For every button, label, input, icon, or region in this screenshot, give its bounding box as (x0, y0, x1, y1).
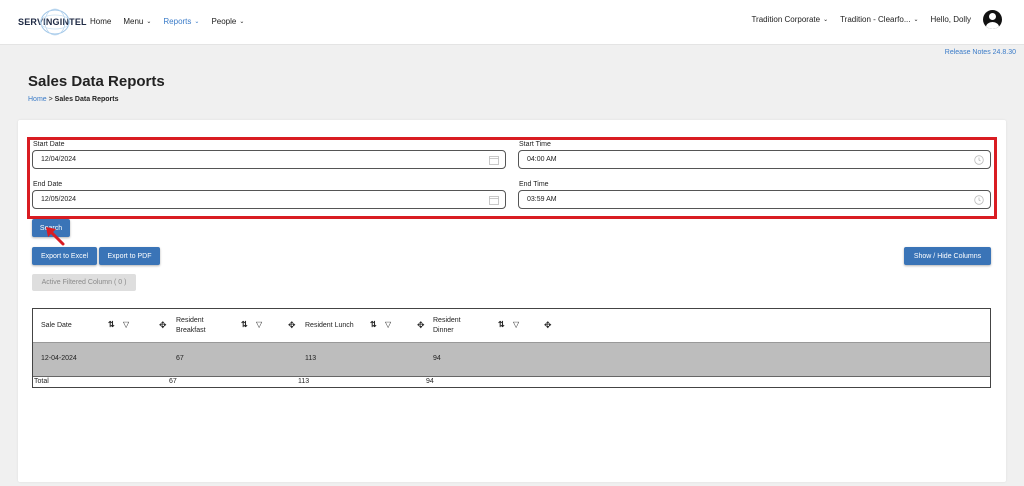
nav-home[interactable]: Home (90, 17, 111, 26)
user-nav: Tradition Corporate ⌄ Tradition - Clearfo… (751, 10, 1002, 29)
breadcrumb-current: Sales Data Reports (54, 96, 119, 103)
column-header-resident-lunch[interactable]: Resident Lunch (305, 321, 354, 331)
column-header-resident-dinner[interactable]: Resident Dinner (433, 316, 461, 336)
servingintel-logo[interactable]: SERVINGINTEL (18, 8, 87, 36)
nav-people[interactable]: People ⌄ (211, 17, 244, 26)
chevron-down-icon: ⌄ (239, 19, 245, 25)
column-header-sale-date[interactable]: Sale Date (41, 321, 72, 331)
table-row[interactable]: 12-04-2024 67 113 94 (33, 343, 990, 376)
cell-resident-lunch: 113 (305, 355, 317, 362)
org-selector[interactable]: Tradition Corporate ⌄ (751, 15, 828, 24)
filter-icon[interactable]: ▽ (385, 320, 391, 329)
active-filtered-column-button: Active Filtered Column ( 0 ) (32, 274, 136, 291)
chevron-down-icon: ⌄ (194, 19, 200, 25)
sort-icon[interactable]: ⇅ (498, 320, 505, 329)
cell-sale-date: 12-04-2024 (41, 355, 77, 362)
column-move-icon[interactable]: ✥ (544, 320, 552, 331)
cursor-arrow-icon (46, 227, 65, 246)
total-resident-breakfast: 67 (169, 378, 177, 385)
show-hide-columns-button[interactable]: Show / Hide Columns (904, 247, 991, 265)
page-title: Sales Data Reports (28, 73, 165, 90)
date-range-highlight-box (27, 137, 997, 219)
export-pdf-button[interactable]: Export to PDF (99, 247, 160, 265)
total-resident-lunch: 113 (298, 378, 310, 385)
cell-resident-breakfast: 67 (176, 355, 184, 362)
sort-icon[interactable]: ⇅ (241, 320, 248, 329)
column-move-icon[interactable]: ✥ (417, 320, 425, 331)
filter-icon[interactable]: ▽ (513, 320, 519, 329)
total-resident-dinner: 94 (426, 378, 434, 385)
main-nav: Home Menu ⌄ Reports ⌄ People ⌄ (90, 17, 244, 26)
cell-resident-dinner: 94 (433, 355, 441, 362)
user-greeting[interactable]: Hello, Dolly (931, 15, 971, 24)
filter-icon[interactable]: ▽ (256, 320, 262, 329)
logo-swirl-icon (39, 8, 71, 36)
chevron-down-icon: ⌄ (823, 17, 829, 23)
chevron-down-icon: ⌄ (913, 17, 919, 23)
nav-menu[interactable]: Menu ⌄ (123, 17, 151, 26)
breadcrumb-separator: > (46, 96, 55, 103)
export-excel-button[interactable]: Export to Excel (32, 247, 97, 265)
total-label: Total (34, 378, 49, 385)
location-selector[interactable]: Tradition - Clearfo... ⌄ (840, 15, 918, 24)
user-avatar-icon[interactable] (983, 10, 1002, 29)
chevron-down-icon: ⌄ (146, 19, 152, 25)
breadcrumb-home[interactable]: Home (28, 96, 47, 103)
filter-icon[interactable]: ▽ (123, 320, 129, 329)
column-move-icon[interactable]: ✥ (288, 320, 296, 331)
sort-icon[interactable]: ⇅ (370, 320, 377, 329)
table-total-row: Total 67 113 94 (33, 376, 990, 388)
breadcrumb: Home > Sales Data Reports (28, 96, 118, 103)
column-header-resident-breakfast[interactable]: Resident Breakfast (176, 316, 206, 336)
sort-icon[interactable]: ⇅ (108, 320, 115, 329)
top-navbar: SERVINGINTEL Home Menu ⌄ Reports ⌄ People ⌄… (0, 0, 1024, 45)
nav-reports[interactable]: Reports ⌄ (163, 17, 199, 26)
sales-data-table: Sale Date ⇅ ▽ ✥ Resident Breakfast ⇅ ▽ ✥ … (32, 308, 991, 388)
table-header: Sale Date ⇅ ▽ ✥ Resident Breakfast ⇅ ▽ ✥ … (33, 309, 990, 343)
release-notes-link[interactable]: Release Notes 24.8.30 (945, 49, 1016, 56)
column-move-icon[interactable]: ✥ (159, 320, 167, 331)
